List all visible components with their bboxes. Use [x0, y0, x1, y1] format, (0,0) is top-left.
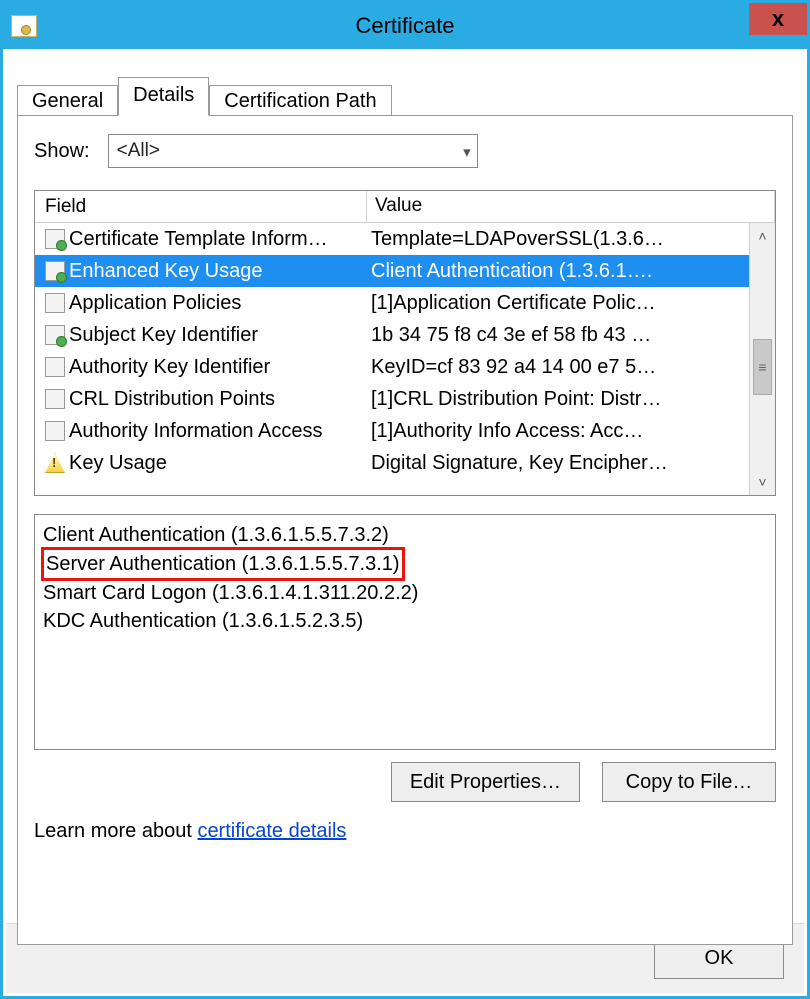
show-label: Show:	[34, 140, 90, 163]
extension-icon	[45, 357, 65, 377]
list-row[interactable]: Authority Key Identifier KeyID=cf 83 92 a…	[35, 351, 749, 383]
extension-icon	[45, 293, 65, 313]
extension-icon	[45, 325, 65, 345]
copy-to-file-button[interactable]: Copy to File…	[602, 762, 776, 802]
tab-page-details: Show: <All> ▾ Field Value Certificate Te…	[17, 115, 793, 945]
extension-icon	[45, 261, 65, 281]
button-row: Edit Properties… Copy to File…	[34, 762, 776, 802]
field-value: Digital Signature, Key Encipher…	[367, 452, 749, 475]
extension-icon	[45, 421, 65, 441]
detail-line: KDC Authentication (1.3.6.1.5.2.3.5)	[43, 607, 767, 635]
column-header-field[interactable]: Field	[35, 191, 367, 222]
extension-icon	[45, 229, 65, 249]
list-rows: Certificate Template Inform… Template=LDA…	[35, 223, 749, 495]
learn-more-text: Learn more about certificate details	[34, 820, 776, 843]
learn-more-prefix: Learn more about	[34, 820, 197, 842]
tab-details[interactable]: Details	[118, 77, 209, 116]
list-row[interactable]: Authority Information Access [1]Authority…	[35, 415, 749, 447]
list-body: Certificate Template Inform… Template=LDA…	[35, 223, 775, 495]
list-row[interactable]: CRL Distribution Points [1]CRL Distributi…	[35, 383, 749, 415]
show-filter-dropdown[interactable]: <All> ▾	[108, 134, 478, 168]
tab-certification-path[interactable]: Certification Path	[209, 85, 391, 119]
column-header-value[interactable]: Value	[367, 191, 775, 222]
extension-icon	[45, 389, 65, 409]
highlighted-detail-line: Server Authentication (1.3.6.1.5.5.7.3.1…	[41, 547, 405, 581]
certificate-fields-list: Field Value Certificate Template Inform……	[34, 190, 776, 496]
certificate-details-link[interactable]: certificate details	[197, 820, 346, 842]
certificate-icon	[11, 15, 37, 37]
list-row[interactable]: Application Policies [1]Application Certi…	[35, 287, 749, 319]
field-name: Authority Key Identifier	[69, 356, 270, 379]
field-value: [1]Authority Info Access: Acc…	[367, 420, 749, 443]
show-filter-value: <All>	[117, 140, 160, 162]
detail-line: Client Authentication (1.3.6.1.5.5.7.3.2…	[43, 521, 767, 549]
scroll-down-icon[interactable]: ˅	[750, 469, 775, 495]
window-title: Certificate	[3, 13, 807, 39]
detail-line: Smart Card Logon (1.3.6.1.4.1.311.20.2.2…	[43, 579, 767, 607]
detail-line: Server Authentication (1.3.6.1.5.5.7.3.1…	[43, 549, 767, 579]
field-name: Enhanced Key Usage	[69, 260, 262, 283]
field-value: [1]Application Certificate Polic…	[367, 292, 749, 315]
field-name: Application Policies	[69, 292, 241, 315]
list-row[interactable]: Certificate Template Inform… Template=LDA…	[35, 223, 749, 255]
field-value: 1b 34 75 f8 c4 3e ef 58 fb 43 …	[367, 324, 749, 347]
field-value: KeyID=cf 83 92 a4 14 00 e7 5…	[367, 356, 749, 379]
field-name: CRL Distribution Points	[69, 388, 275, 411]
scroll-track[interactable]: ≡	[750, 249, 775, 469]
field-name: Subject Key Identifier	[69, 324, 258, 347]
close-icon: x	[772, 6, 784, 32]
field-name: Key Usage	[69, 452, 167, 475]
scroll-up-icon[interactable]: ˄	[750, 223, 775, 249]
warning-icon	[45, 453, 65, 473]
field-value: Client Authentication (1.3.6.1….	[367, 260, 749, 283]
tab-general[interactable]: General	[17, 85, 118, 119]
client-area: General Details Certification Path Show:…	[3, 49, 807, 945]
title-bar: Certificate x	[3, 3, 807, 49]
field-name: Certificate Template Inform…	[69, 228, 328, 251]
vertical-scrollbar[interactable]: ˄ ≡ ˅	[749, 223, 775, 495]
chevron-down-icon: ▾	[463, 143, 471, 161]
field-detail-textbox[interactable]: Client Authentication (1.3.6.1.5.5.7.3.2…	[34, 514, 776, 750]
certificate-dialog: Certificate x General Details Certificat…	[0, 0, 810, 999]
tab-strip: General Details Certification Path	[17, 75, 793, 115]
list-row[interactable]: Subject Key Identifier 1b 34 75 f8 c4 3e …	[35, 319, 749, 351]
scroll-thumb[interactable]: ≡	[753, 339, 772, 395]
list-row[interactable]: Enhanced Key Usage Client Authentication …	[35, 255, 749, 287]
edit-properties-button[interactable]: Edit Properties…	[391, 762, 580, 802]
field-value: [1]CRL Distribution Point: Distr…	[367, 388, 749, 411]
list-row[interactable]: Key Usage Digital Signature, Key Encipher…	[35, 447, 749, 479]
field-name: Authority Information Access	[69, 420, 322, 443]
show-filter-row: Show: <All> ▾	[34, 134, 776, 168]
list-header: Field Value	[35, 191, 775, 223]
field-value: Template=LDAPoverSSL(1.3.6…	[367, 228, 749, 251]
close-button[interactable]: x	[749, 3, 807, 35]
